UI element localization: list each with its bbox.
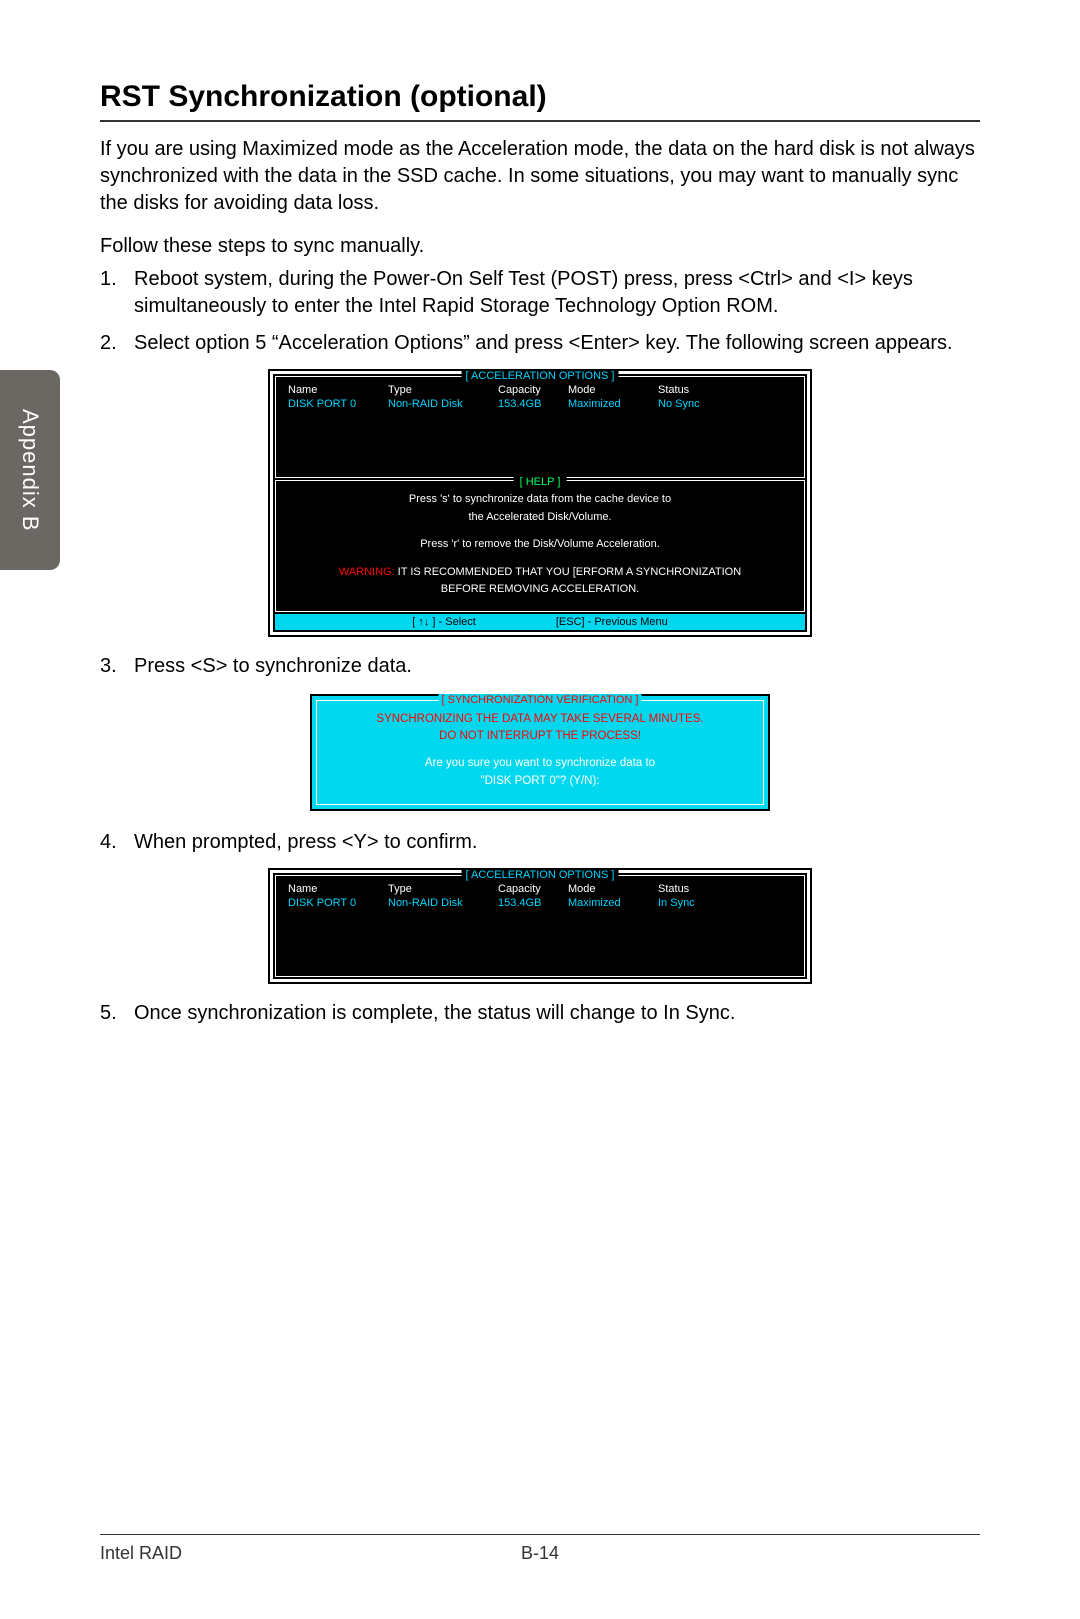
step-3: 3. Press <S> to synchronize data. [100,653,980,680]
step-num: 4. [100,829,134,856]
step-num: 3. [100,653,134,680]
val-name: DISK PORT 0 [284,397,384,411]
step-2: 2. Select option 5 “Acceleration Options… [100,330,980,357]
help-line: the Accelerated Disk/Volume. [284,509,796,527]
steps-list: 1. Reboot system, during the Power-On Se… [100,266,980,357]
step-num: 5. [100,1000,134,1027]
help-warning: WARNING: IT IS RECOMMENDED THAT YOU [ERF… [284,564,796,582]
steps-list-cont2: 4. When prompted, press <Y> to confirm. [100,829,980,856]
step-text: Once synchronization is complete, the st… [134,1000,980,1027]
step-text: Press <S> to synchronize data. [134,653,980,680]
col-capacity: Capacity [494,383,564,397]
bios-screenshot-1: [ ACCELERATION OPTIONS ] Name Type Capac… [270,371,810,635]
step-1: 1. Reboot system, during the Power-On Se… [100,266,980,320]
steps-list-cont3: 5. Once synchronization is complete, the… [100,1000,980,1027]
page-footer: Intel RAID B-14 [100,1534,980,1564]
val-status: In Sync [654,896,734,910]
warning-text-2: BEFORE REMOVING ACCELERATION. [284,581,796,599]
warning-label: WARNING: [339,566,395,578]
page-content: RST Synchronization (optional) If you ar… [0,0,1080,1619]
bios-screenshot-2: [ ACCELERATION OPTIONS ] Name Type Capac… [270,870,810,982]
col-capacity: Capacity [494,882,564,896]
bios-header-row: Name Type Capacity Mode Status [284,383,796,397]
step-5: 5. Once synchronization is complete, the… [100,1000,980,1027]
sync-verification-box: [ SYNCHRONIZATION VERIFICATION ] SYNCHRO… [310,694,770,811]
col-status: Status [654,882,734,896]
intro-paragraph: If you are using Maximized mode as the A… [100,136,980,217]
help-line: Press 's' to synchronize data from the c… [284,491,796,509]
val-mode: Maximized [564,896,654,910]
footer-center: B-14 [393,1543,686,1564]
bios-panel-title-2: [ ACCELERATION OPTIONS ] [462,869,619,881]
bios-footer-bar: [ ↑↓ ] - Select [ESC] - Previous Menu [275,614,805,630]
page-title: RST Synchronization (optional) [100,80,980,114]
help-line: Press 'r' to remove the Disk/Volume Acce… [284,536,796,554]
col-mode: Mode [564,383,654,397]
step-num: 2. [100,330,134,357]
step-num: 1. [100,266,134,320]
val-status: No Sync [654,397,734,411]
help-title: [ HELP ] [514,474,567,492]
val-name: DISK PORT 0 [284,896,384,910]
follow-line: Follow these steps to sync manually. [100,233,980,260]
steps-list-cont1: 3. Press <S> to synchronize data. [100,653,980,680]
col-type: Type [384,882,494,896]
footer-right [687,1543,980,1564]
col-status: Status [654,383,734,397]
sync-question-2: "DISK PORT 0"? (Y/N): [325,773,755,790]
bios-data-row: DISK PORT 0 Non-RAID Disk 153.4GB Maximi… [284,397,796,411]
val-capacity: 153.4GB [494,896,564,910]
step-text: When prompted, press <Y> to confirm. [134,829,980,856]
col-type: Type [384,383,494,397]
title-rule [100,120,980,122]
sync-question-1: Are you sure you want to synchronize dat… [325,755,755,772]
val-type: Non-RAID Disk [384,896,494,910]
bios-data-row-2: DISK PORT 0 Non-RAID Disk 153.4GB Maximi… [284,896,796,910]
footer-esc: [ESC] - Previous Menu [556,616,668,628]
bios-accel-panel: [ ACCELERATION OPTIONS ] Name Type Capac… [275,376,805,478]
bios-help-panel: [ HELP ] Press 's' to synchronize data f… [275,480,805,612]
sync-inner: [ SYNCHRONIZATION VERIFICATION ] SYNCHRO… [316,700,764,805]
step-4: 4. When prompted, press <Y> to confirm. [100,829,980,856]
footer-left: Intel RAID [100,1543,393,1564]
footer-select: [ ↑↓ ] - Select [412,616,476,628]
bios-accel-panel-2: [ ACCELERATION OPTIONS ] Name Type Capac… [275,875,805,977]
col-name: Name [284,882,384,896]
bios-panel-title: [ ACCELERATION OPTIONS ] [462,370,619,382]
step-text: Reboot system, during the Power-On Self … [134,266,980,320]
step-text: Select option 5 “Acceleration Options” a… [134,330,980,357]
col-mode: Mode [564,882,654,896]
val-capacity: 153.4GB [494,397,564,411]
sync-warn-1: SYNCHRONIZING THE DATA MAY TAKE SEVERAL … [325,711,755,728]
val-type: Non-RAID Disk [384,397,494,411]
val-mode: Maximized [564,397,654,411]
sync-warn-2: DO NOT INTERRUPT THE PROCESS! [325,728,755,745]
warning-text: IT IS RECOMMENDED THAT YOU [ERFORM A SYN… [395,566,742,578]
bios-header-row-2: Name Type Capacity Mode Status [284,882,796,896]
col-name: Name [284,383,384,397]
sync-title: [ SYNCHRONIZATION VERIFICATION ] [439,694,642,706]
